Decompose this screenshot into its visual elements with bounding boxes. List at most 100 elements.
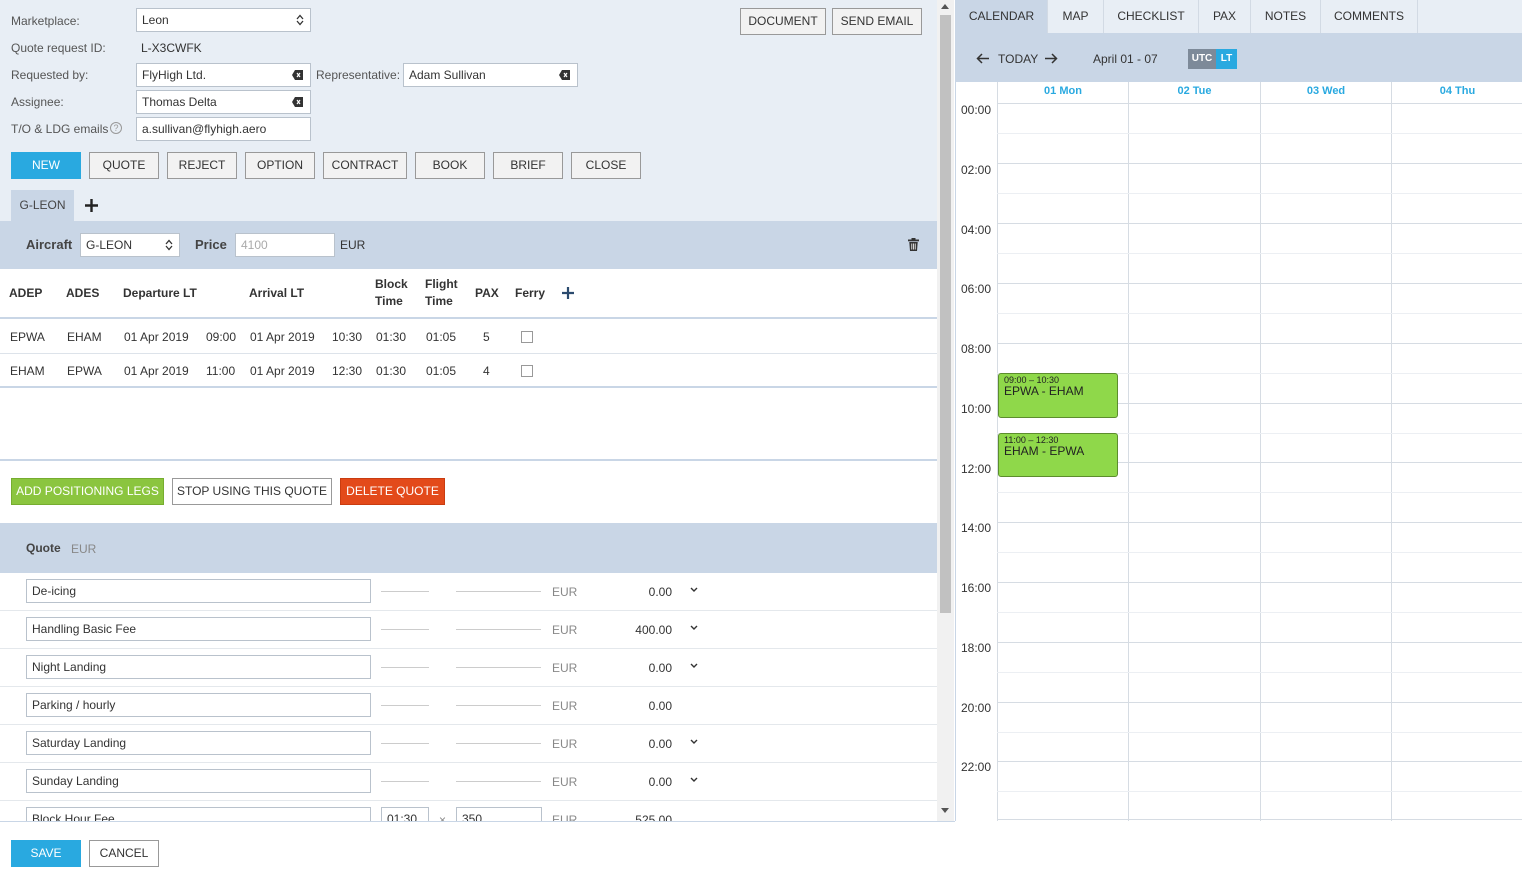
emails-label: T/O & LDG emails: [11, 122, 109, 136]
leg-ades[interactable]: EHAM: [67, 330, 102, 344]
quote-item-name-input[interactable]: Saturday Landing: [26, 731, 371, 755]
leg-arr-time[interactable]: 10:30: [332, 330, 362, 344]
arrow-right-icon[interactable]: [1045, 53, 1058, 64]
calendar-event[interactable]: 09:00 – 10:30 EPWA - EHAM: [998, 373, 1118, 418]
add-positioning-legs-button[interactable]: ADD POSITIONING LEGS: [11, 478, 164, 505]
leg-arr-time[interactable]: 12:30: [332, 364, 362, 378]
send-email-button[interactable]: SEND EMAIL: [832, 8, 922, 35]
requested-by-field[interactable]: FlyHigh Ltd.: [136, 63, 311, 87]
leg-dep-date[interactable]: 01 Apr 2019: [124, 330, 189, 344]
chevron-down-icon[interactable]: [689, 624, 699, 632]
help-icon[interactable]: ?: [110, 122, 122, 134]
lt-toggle[interactable]: LT: [1216, 49, 1237, 69]
leg-dep-time[interactable]: 09:00: [206, 330, 236, 344]
tab-calendar[interactable]: CALENDAR: [956, 0, 1048, 33]
chevron-down-icon[interactable]: [689, 586, 699, 594]
quote-item-name-input[interactable]: Handling Basic Fee: [26, 617, 371, 641]
status-option-button[interactable]: OPTION: [245, 152, 315, 179]
arrow-left-icon[interactable]: [976, 53, 989, 64]
leg-arr-date[interactable]: 01 Apr 2019: [250, 330, 315, 344]
emails-field[interactable]: a.sullivan@flyhigh.aero: [136, 117, 311, 141]
aircraft-select[interactable]: G-LEON: [80, 233, 180, 257]
tab-map[interactable]: MAP: [1048, 0, 1104, 33]
status-brief-button[interactable]: BRIEF: [493, 152, 563, 179]
quote-item-name-input[interactable]: Parking / hourly: [26, 693, 371, 717]
quote-item-currency: EUR: [552, 699, 578, 713]
chevron-down-icon[interactable]: [689, 776, 699, 784]
calendar-event[interactable]: 11:00 – 12:30 EHAM - EPWA: [998, 433, 1118, 477]
quote-item-name-input[interactable]: Block Hour Fee: [26, 807, 371, 821]
leg-adep[interactable]: EPWA: [10, 330, 45, 344]
cancel-button[interactable]: CANCEL: [89, 840, 159, 867]
leg-block[interactable]: 01:30: [376, 330, 406, 344]
hour-label: 08:00: [961, 342, 992, 356]
delete-quote-button[interactable]: DELETE QUOTE: [340, 478, 445, 505]
save-button[interactable]: SAVE: [11, 840, 81, 867]
leg-pax[interactable]: 5: [483, 330, 490, 344]
leg-flight[interactable]: 01:05: [426, 364, 456, 378]
document-button[interactable]: DOCUMENT: [740, 8, 826, 35]
legs-header-row: ADEP ADES Departure LT Arrival LT Block …: [0, 269, 937, 319]
scroll-up-icon[interactable]: [941, 4, 949, 9]
quote-item-name-input[interactable]: Night Landing: [26, 655, 371, 679]
leg-pax[interactable]: 4: [483, 364, 490, 378]
quote-item-name-input[interactable]: Sunday Landing: [26, 769, 371, 793]
status-book-button[interactable]: BOOK: [415, 152, 485, 179]
quote-item-qty-line: [381, 591, 429, 592]
trash-icon[interactable]: [908, 238, 919, 251]
representative-field[interactable]: Adam Sullivan: [403, 63, 578, 87]
status-new-button[interactable]: NEW: [11, 152, 81, 179]
status-reject-button[interactable]: REJECT: [167, 152, 237, 179]
ferry-checkbox[interactable]: [521, 365, 533, 377]
status-close-button[interactable]: CLOSE: [571, 152, 641, 179]
leg-dep-time[interactable]: 11:00: [206, 364, 235, 378]
tab-notes[interactable]: NOTES: [1251, 0, 1321, 33]
clear-icon[interactable]: [292, 97, 303, 107]
leg-row[interactable]: EHAM EPWA 01 Apr 2019 11:00 01 Apr 2019 …: [0, 354, 937, 388]
hour-label: 14:00: [961, 521, 992, 535]
utc-toggle[interactable]: UTC: [1188, 49, 1216, 69]
quote-item-rate-line: [456, 705, 541, 706]
quote-item-row: De-icing EUR 0.00: [0, 573, 937, 611]
quote-item-rate-input[interactable]: 350: [456, 807, 542, 821]
assignee-field[interactable]: Thomas Delta: [136, 90, 311, 114]
event-route: EPWA - EHAM: [1004, 384, 1084, 398]
calendar-grid[interactable]: 00:00 02:00 04:00 06:00 08:00 10:00 12:0…: [956, 103, 1522, 821]
status-contract-button[interactable]: CONTRACT: [323, 152, 407, 179]
day-header: 03 Wed: [1260, 82, 1391, 103]
chevron-down-icon[interactable]: [689, 738, 699, 746]
chevron-down-icon[interactable]: [689, 662, 699, 670]
leg-row[interactable]: EPWA EHAM 01 Apr 2019 09:00 01 Apr 2019 …: [0, 320, 937, 354]
representative-value: Adam Sullivan: [409, 68, 486, 82]
today-button[interactable]: TODAY: [998, 52, 1038, 66]
aircraft-bar: Aircraft G-LEON Price 4100 EUR: [0, 221, 937, 269]
clear-icon[interactable]: [292, 70, 303, 80]
price-input[interactable]: 4100: [235, 233, 335, 257]
add-leg-icon[interactable]: [562, 287, 574, 299]
ferry-checkbox[interactable]: [521, 331, 533, 343]
hour-label: 12:00: [961, 462, 992, 476]
leg-arr-date[interactable]: 01 Apr 2019: [250, 364, 315, 378]
status-quote-button[interactable]: QUOTE: [89, 152, 159, 179]
quote-item-qty-input[interactable]: 01:30: [381, 807, 429, 821]
hour-line: [997, 702, 1522, 703]
marketplace-select[interactable]: Leon: [136, 8, 311, 32]
tab-g-leon[interactable]: G-LEON: [11, 190, 74, 221]
scroll-down-icon[interactable]: [941, 808, 949, 813]
leg-adep[interactable]: EHAM: [10, 364, 45, 378]
scrollbar-thumb[interactable]: [940, 15, 951, 613]
add-aircraft-icon[interactable]: [85, 199, 98, 212]
vertical-scrollbar[interactable]: [937, 0, 954, 821]
leg-dep-date[interactable]: 01 Apr 2019: [124, 364, 189, 378]
stop-using-quote-button[interactable]: STOP USING THIS QUOTE: [172, 478, 332, 505]
assignee-value: Thomas Delta: [142, 95, 217, 109]
tab-checklist[interactable]: CHECKLIST: [1104, 0, 1199, 33]
leg-ades[interactable]: EPWA: [67, 364, 102, 378]
tab-comments[interactable]: COMMENTS: [1321, 0, 1418, 33]
leg-block[interactable]: 01:30: [376, 364, 406, 378]
leg-flight[interactable]: 01:05: [426, 330, 456, 344]
tab-pax[interactable]: PAX: [1199, 0, 1251, 33]
quote-item-name-input[interactable]: De-icing: [26, 579, 371, 603]
hour-line: [997, 522, 1522, 523]
clear-icon[interactable]: [559, 70, 570, 80]
